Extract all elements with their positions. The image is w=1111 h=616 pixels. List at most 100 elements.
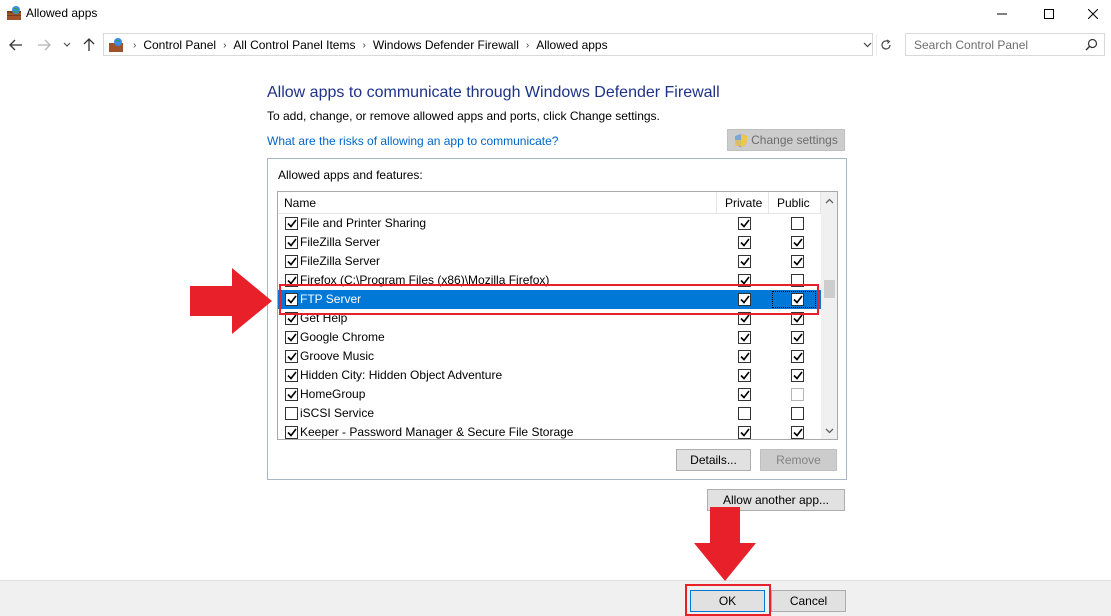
app-enabled-checkbox[interactable] [285, 331, 298, 344]
public-network-checkbox[interactable] [791, 388, 804, 401]
back-button[interactable] [6, 33, 26, 57]
scroll-down-button[interactable] [821, 422, 838, 439]
breadcrumb-all-items[interactable]: All Control Panel Items [229, 38, 359, 52]
list-item[interactable]: HomeGroup [278, 385, 821, 404]
checkmark-icon [740, 219, 750, 228]
up-button[interactable] [80, 33, 98, 57]
maximize-button[interactable] [1026, 0, 1072, 28]
checkmark-icon [793, 352, 803, 361]
app-enabled-checkbox[interactable] [285, 255, 298, 268]
cancel-button[interactable]: Cancel [771, 590, 846, 612]
close-icon [1088, 9, 1098, 19]
public-network-checkbox[interactable] [791, 369, 804, 382]
chevron-right-icon: › [130, 40, 139, 51]
list-item[interactable]: Hidden City: Hidden Object Adventure [278, 366, 821, 385]
instruction-text: To add, change, or remove allowed apps a… [267, 109, 660, 123]
app-enabled-checkbox[interactable] [285, 426, 298, 439]
refresh-button[interactable] [876, 34, 894, 56]
window-title: Allowed apps [26, 6, 97, 20]
private-network-checkbox[interactable] [738, 236, 751, 249]
app-enabled-checkbox[interactable] [285, 350, 298, 363]
search-input[interactable]: Search Control Panel [914, 38, 1028, 52]
private-network-checkbox[interactable] [738, 255, 751, 268]
column-header-private[interactable]: Private [717, 192, 769, 214]
column-header-public[interactable]: Public [769, 192, 821, 214]
list-item[interactable]: File and Printer Sharing [278, 214, 821, 233]
app-enabled-checkbox[interactable] [285, 217, 298, 230]
list-item[interactable]: Keeper - Password Manager & Secure File … [278, 423, 821, 440]
public-network-checkbox[interactable] [791, 217, 804, 230]
checkmark-icon [793, 333, 803, 342]
app-enabled-checkbox[interactable] [285, 407, 298, 420]
private-network-checkbox[interactable] [738, 217, 751, 230]
recent-locations-button[interactable] [60, 33, 74, 57]
app-name-label: Google Chrome [300, 330, 385, 344]
risks-link[interactable]: What are the risks of allowing an app to… [267, 134, 558, 148]
uac-shield-icon [734, 133, 748, 148]
public-network-checkbox[interactable] [791, 350, 804, 363]
column-header-name[interactable]: Name [278, 192, 717, 214]
breadcrumb-control-panel[interactable]: Control Panel [139, 38, 220, 52]
breadcrumb-allowed-apps[interactable]: Allowed apps [532, 38, 611, 52]
refresh-icon [880, 39, 892, 51]
breadcrumb-firewall[interactable]: Windows Defender Firewall [369, 38, 523, 52]
list-item[interactable]: FileZilla Server [278, 252, 821, 271]
public-network-checkbox[interactable] [791, 331, 804, 344]
group-title: Allowed apps and features: [278, 168, 423, 182]
details-button[interactable]: Details... [676, 449, 751, 471]
private-network-checkbox[interactable] [738, 426, 751, 439]
back-arrow-icon [9, 39, 23, 51]
search-icon[interactable] [1085, 38, 1098, 51]
checkmark-icon [740, 333, 750, 342]
change-settings-label: Change settings [751, 133, 838, 147]
private-network-checkbox[interactable] [738, 369, 751, 382]
allowed-apps-list[interactable]: Name Private Public File and Printer Sha… [277, 191, 838, 440]
checkmark-icon [740, 238, 750, 247]
footer-bar [0, 580, 1111, 616]
chevron-down-icon [63, 42, 71, 48]
list-item[interactable]: Groove Music [278, 347, 821, 366]
app-name-label: HomeGroup [300, 387, 365, 401]
search-box[interactable]: Search Control Panel [905, 33, 1105, 56]
highlight-selected-row [279, 284, 819, 315]
title-bar: Allowed apps [0, 0, 1111, 28]
app-enabled-checkbox[interactable] [285, 236, 298, 249]
checkmark-icon [287, 371, 297, 380]
forward-button[interactable] [34, 33, 54, 57]
list-item[interactable]: Google Chrome [278, 328, 821, 347]
vertical-scrollbar[interactable] [821, 192, 838, 439]
private-network-checkbox[interactable] [738, 331, 751, 344]
close-button[interactable] [1070, 0, 1111, 28]
highlight-ok-button [685, 584, 771, 616]
app-name-label: FileZilla Server [300, 254, 380, 268]
checkmark-icon [287, 314, 297, 323]
change-settings-button[interactable]: Change settings [727, 129, 845, 151]
scroll-thumb[interactable] [824, 280, 835, 298]
public-network-checkbox[interactable] [791, 407, 804, 420]
private-network-checkbox[interactable] [738, 388, 751, 401]
list-item[interactable]: iSCSI Service [278, 404, 821, 423]
public-network-checkbox[interactable] [791, 236, 804, 249]
private-network-checkbox[interactable] [738, 350, 751, 363]
checkmark-icon [793, 371, 803, 380]
private-network-checkbox[interactable] [738, 407, 751, 420]
chevron-right-icon: › [220, 40, 229, 51]
app-name-label: Keeper - Password Manager & Secure File … [300, 425, 573, 439]
address-bar[interactable]: › Control Panel › All Control Panel Item… [103, 33, 873, 56]
chevron-up-icon [825, 198, 834, 204]
public-network-checkbox[interactable] [791, 426, 804, 439]
public-network-checkbox[interactable] [791, 255, 804, 268]
address-dropdown-button[interactable] [859, 34, 875, 56]
minimize-icon [997, 9, 1007, 19]
remove-button[interactable]: Remove [760, 449, 837, 471]
firewall-app-icon [6, 5, 22, 21]
up-arrow-icon [83, 38, 95, 52]
list-item[interactable]: FileZilla Server [278, 233, 821, 252]
app-enabled-checkbox[interactable] [285, 369, 298, 382]
checkmark-icon [740, 371, 750, 380]
app-enabled-checkbox[interactable] [285, 388, 298, 401]
maximize-icon [1044, 9, 1054, 19]
minimize-button[interactable] [979, 0, 1025, 28]
scroll-up-button[interactable] [821, 192, 838, 209]
page-title: Allow apps to communicate through Window… [267, 84, 720, 102]
